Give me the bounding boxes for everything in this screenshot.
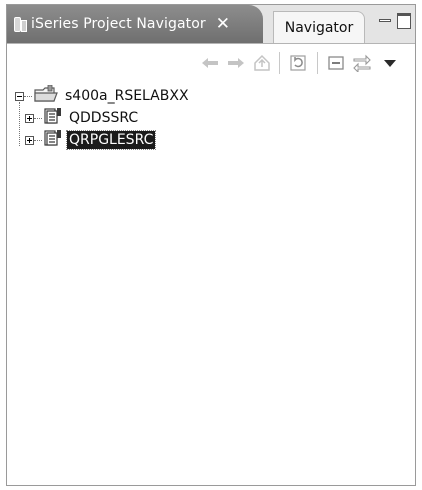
tree-node-root[interactable]: s400a_RSELABXX xyxy=(15,84,405,107)
view-menu-icon[interactable] xyxy=(379,52,401,74)
iseries-navigator-icon xyxy=(13,16,27,32)
collapse-toggle-icon[interactable] xyxy=(15,91,24,101)
back-icon[interactable] xyxy=(199,52,221,74)
maximize-icon[interactable] xyxy=(397,13,411,29)
toolbar-separator xyxy=(279,52,280,74)
tree-node-qddssrc-label: QDDSSRC xyxy=(69,110,139,126)
close-tab-icon[interactable]: ✕ xyxy=(216,14,230,34)
tree-node-root-label: s400a_RSELABXX xyxy=(65,88,189,104)
source-file-icon xyxy=(44,107,62,129)
view-toolbar xyxy=(7,44,415,80)
tree-connector xyxy=(34,139,42,141)
tab-navigator-label: Navigator xyxy=(284,19,354,36)
forward-icon[interactable] xyxy=(225,52,247,74)
project-folder-icon xyxy=(34,84,58,107)
up-icon[interactable] xyxy=(251,52,273,74)
refresh-icon[interactable] xyxy=(287,52,309,74)
expand-toggle-icon[interactable] xyxy=(25,113,34,123)
toolbar-separator xyxy=(317,52,318,74)
tab-iseries-project-navigator[interactable]: iSeries Project Navigator ✕ xyxy=(7,5,263,43)
tree-node-qddssrc[interactable]: QDDSSRC xyxy=(15,107,405,129)
tab-iseries-project-navigator-label: iSeries Project Navigator xyxy=(31,16,206,32)
source-file-icon xyxy=(44,129,62,151)
collapse-all-icon[interactable] xyxy=(325,52,347,74)
tree-node-qrpglesrc-label: QRPGLESRC xyxy=(65,130,157,150)
link-editor-icon[interactable] xyxy=(351,52,373,74)
window-controls xyxy=(377,13,413,33)
view-tab-strip: iSeries Project Navigator ✕ Navigator xyxy=(7,5,415,44)
tree-node-qrpglesrc[interactable]: QRPGLESRC xyxy=(15,129,405,151)
tab-navigator[interactable]: Navigator xyxy=(273,11,365,43)
tree-connector xyxy=(34,117,42,119)
project-tree: s400a_RSELABXX QDDSSRC QRPGLESRC xyxy=(15,84,405,151)
project-navigator-view: iSeries Project Navigator ✕ Navigator s4… xyxy=(6,4,416,486)
expand-toggle-icon[interactable] xyxy=(25,135,34,145)
tree-connector xyxy=(24,95,32,97)
minimize-icon[interactable] xyxy=(379,19,391,22)
